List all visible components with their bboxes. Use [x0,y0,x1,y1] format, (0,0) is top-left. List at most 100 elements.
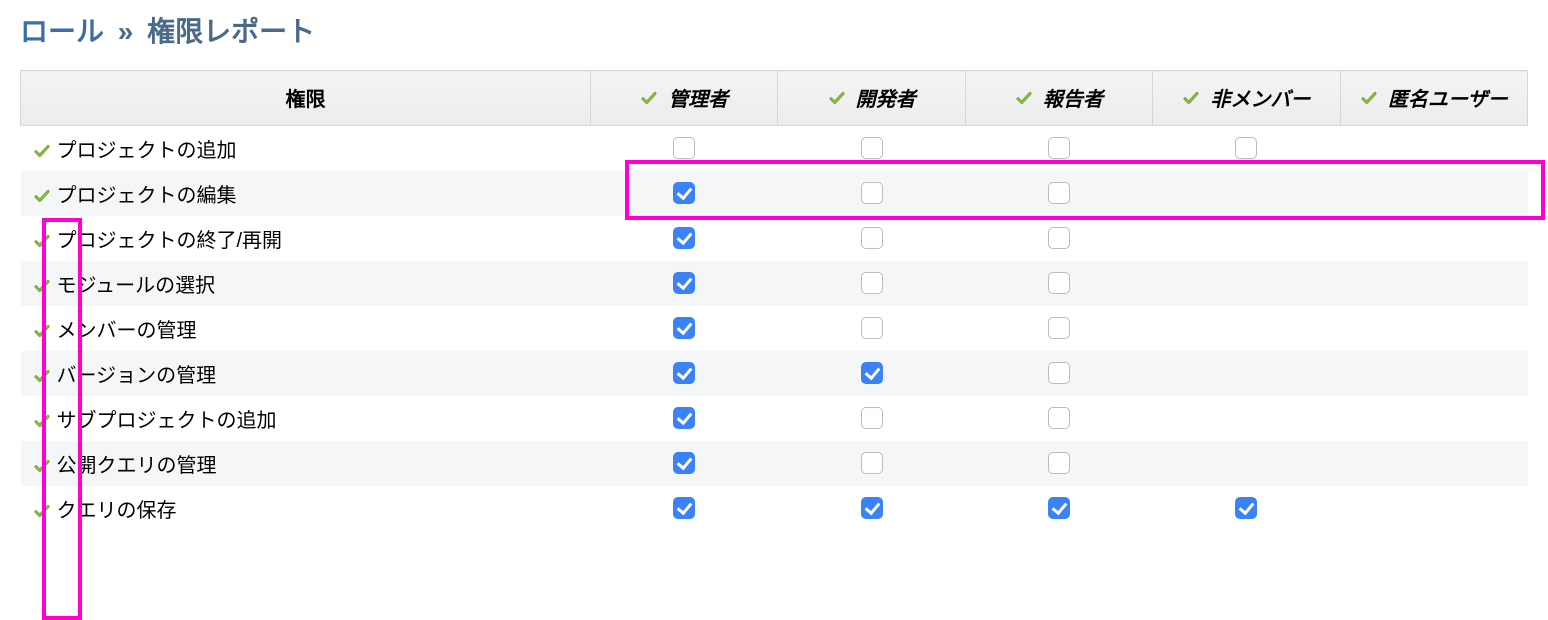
permission-checkbox[interactable] [673,182,695,204]
checkbox-cell [1340,216,1527,261]
permission-label: プロジェクトの編集 [57,185,237,207]
permission-checkbox[interactable] [673,137,695,159]
permission-checkbox[interactable] [1048,362,1070,384]
table-row: バージョンの管理 [21,351,1528,396]
header-role[interactable]: 非メンバー [1153,71,1340,126]
permission-checkbox[interactable] [861,182,883,204]
checkbox-cell [1340,125,1527,171]
permission-cell: プロジェクトの追加 [21,125,591,171]
checkbox-cell [1153,216,1340,261]
table-row: 公開クエリの管理 [21,441,1528,486]
permission-checkbox[interactable] [1235,497,1257,519]
header-role-label: 匿名ユーザー [1388,83,1508,112]
table-row: プロジェクトの終了/再開 [21,216,1528,261]
check-icon [33,367,51,385]
header-role-label: 報告者 [1043,83,1103,112]
permission-checkbox[interactable] [1048,227,1070,249]
checkbox-cell [1153,261,1340,306]
checkbox-cell [965,396,1152,441]
permission-checkbox[interactable] [1048,407,1070,429]
permission-checkbox[interactable] [861,317,883,339]
checkbox-cell [965,261,1152,306]
roles-link[interactable]: ロール [20,16,104,47]
permission-checkbox[interactable] [673,407,695,429]
checkbox-cell [778,261,965,306]
checkbox-cell [965,306,1152,351]
check-icon [1015,89,1033,107]
permission-checkbox[interactable] [673,317,695,339]
permission-label: メンバーの管理 [57,320,197,342]
permission-checkbox[interactable] [673,227,695,249]
permission-checkbox[interactable] [861,227,883,249]
checkbox-cell [591,486,778,531]
checkbox-cell [778,306,965,351]
permission-checkbox[interactable] [861,497,883,519]
permission-checkbox[interactable] [861,137,883,159]
permission-checkbox[interactable] [673,497,695,519]
permission-checkbox[interactable] [1048,317,1070,339]
table-row: プロジェクトの追加 [21,125,1528,171]
checkbox-cell [1340,261,1527,306]
permission-checkbox[interactable] [1048,182,1070,204]
check-icon [33,502,51,520]
permission-label: 公開クエリの管理 [57,455,217,477]
checkbox-cell [1340,396,1527,441]
header-role[interactable]: 開発者 [778,71,965,126]
permission-checkbox[interactable] [861,272,883,294]
permission-checkbox[interactable] [1048,137,1070,159]
permission-cell: クエリの保存 [21,486,591,531]
checkbox-cell [591,171,778,216]
permission-checkbox[interactable] [861,362,883,384]
checkbox-cell [965,171,1152,216]
checkbox-cell [778,216,965,261]
checkbox-cell [591,441,778,486]
check-icon [1360,89,1378,107]
check-icon [33,187,51,205]
header-role-label: 管理者 [668,83,728,112]
check-icon [33,322,51,340]
table-row: メンバーの管理 [21,306,1528,351]
checkbox-cell [1153,486,1340,531]
header-role-label: 非メンバー [1210,83,1310,112]
permission-cell: サブプロジェクトの追加 [21,396,591,441]
permission-checkbox[interactable] [861,407,883,429]
checkbox-cell [591,351,778,396]
table-row: クエリの保存 [21,486,1528,531]
permission-checkbox[interactable] [673,272,695,294]
checkbox-cell [1153,396,1340,441]
check-icon [33,277,51,295]
permission-checkbox[interactable] [861,452,883,474]
checkbox-cell [591,125,778,171]
permission-cell: バージョンの管理 [21,351,591,396]
permission-checkbox[interactable] [1048,452,1070,474]
permission-checkbox[interactable] [1048,497,1070,519]
check-icon [828,89,846,107]
check-icon [33,232,51,250]
checkbox-cell [965,351,1152,396]
table-header-row: 権限 管理者開発者報告者非メンバー匿名ユーザー [21,71,1528,126]
permission-label: プロジェクトの追加 [57,140,237,162]
permission-checkbox[interactable] [673,452,695,474]
checkbox-cell [1153,351,1340,396]
permission-label: プロジェクトの終了/再開 [57,230,283,252]
header-role[interactable]: 匿名ユーザー [1340,71,1527,126]
permission-cell: メンバーの管理 [21,306,591,351]
table-row: サブプロジェクトの追加 [21,396,1528,441]
checkbox-cell [591,396,778,441]
header-role[interactable]: 報告者 [965,71,1152,126]
permission-checkbox[interactable] [1048,272,1070,294]
checkbox-cell [1153,306,1340,351]
checkbox-cell [965,441,1152,486]
checkbox-cell [778,441,965,486]
header-role[interactable]: 管理者 [591,71,778,126]
checkbox-cell [1153,441,1340,486]
permission-checkbox[interactable] [673,362,695,384]
checkbox-cell [778,396,965,441]
table-row: モジュールの選択 [21,261,1528,306]
checkbox-cell [1340,486,1527,531]
checkbox-cell [1340,351,1527,396]
check-icon [1182,89,1200,107]
checkbox-cell [1340,306,1527,351]
permission-checkbox[interactable] [1235,137,1257,159]
checkbox-cell [1153,125,1340,171]
